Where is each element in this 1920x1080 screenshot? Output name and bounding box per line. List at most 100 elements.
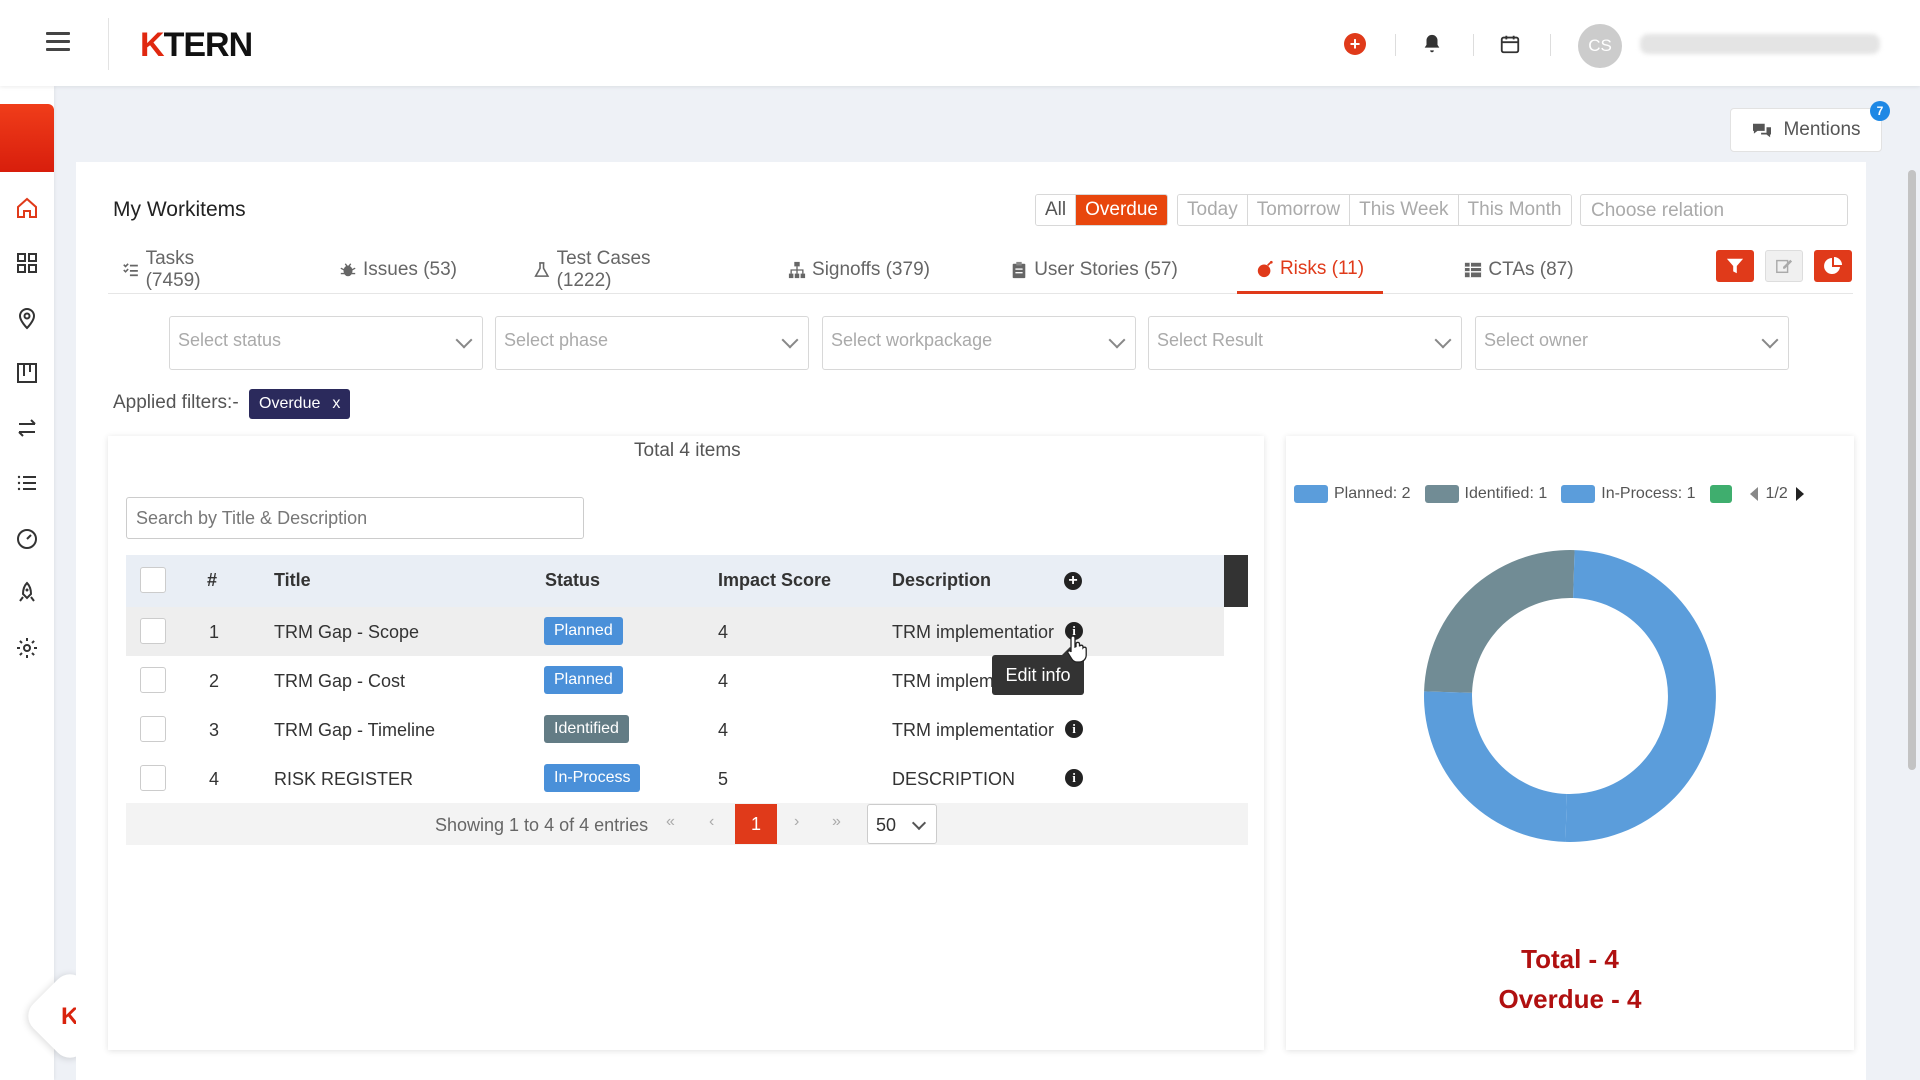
rocket-icon[interactable]: [0, 573, 54, 613]
tab-signoffs[interactable]: Signoffs (379): [784, 246, 934, 294]
legend-prev-icon[interactable]: [1748, 486, 1760, 502]
filter-this-month-button[interactable]: This Month: [1458, 195, 1571, 225]
filter-all-button[interactable]: All: [1036, 195, 1077, 225]
row-checkbox[interactable]: [140, 618, 166, 644]
workpackage-select-placeholder: Select workpackage: [831, 330, 993, 350]
add-column-icon[interactable]: +: [1064, 572, 1082, 590]
select-all-checkbox[interactable]: [140, 567, 166, 593]
row-title[interactable]: TRM Gap - Scope: [274, 622, 419, 643]
pie-chart-icon: [1824, 257, 1842, 274]
legend-item[interactable]: Planned: 2: [1294, 485, 1411, 503]
mentions-button[interactable]: Mentions: [1730, 108, 1882, 152]
calendar-icon[interactable]: [1496, 30, 1524, 58]
chart-legend: Planned: 2 Identified: 1 In-Process: 1 1…: [1294, 482, 1806, 506]
ktern-logo[interactable]: KTERN: [140, 26, 253, 65]
row-title[interactable]: TRM Gap - Timeline: [274, 720, 435, 741]
legend-item[interactable]: In-Process: 1: [1561, 485, 1696, 503]
tab-ctas[interactable]: CTAs (87): [1448, 246, 1590, 294]
result-select[interactable]: Select Result: [1148, 316, 1462, 370]
row-number: 4: [209, 769, 220, 789]
page-scrollbar[interactable]: [1908, 170, 1916, 770]
table-scroll-indicator[interactable]: [1224, 555, 1248, 607]
donut-slice-planned[interactable]: [1565, 550, 1716, 842]
row-description: TRM implementatior: [892, 622, 1055, 642]
row-checkbox[interactable]: [140, 765, 166, 791]
search-input[interactable]: Search by Title & Description: [126, 497, 584, 539]
page-title: My Workitems: [113, 198, 246, 221]
chart-toggle-button[interactable]: [1814, 250, 1852, 282]
info-icon[interactable]: i: [1065, 720, 1083, 738]
chevron-down-icon: [911, 815, 927, 831]
user-avatar[interactable]: CS: [1578, 24, 1622, 68]
chevron-down-icon: [1108, 331, 1126, 349]
owner-select[interactable]: Select owner: [1475, 316, 1789, 370]
chevron-down-icon: [1434, 331, 1452, 349]
header-divider: [108, 18, 109, 70]
donut-slice-identified[interactable]: [1424, 550, 1575, 693]
board-icon[interactable]: [0, 353, 54, 393]
tab-tasks-label: Tasks (7459): [145, 248, 201, 291]
owner-select-placeholder: Select owner: [1484, 330, 1589, 350]
row-checkbox[interactable]: [140, 667, 166, 693]
filter-today-button[interactable]: Today: [1178, 195, 1248, 225]
hamburger-icon[interactable]: [46, 32, 70, 52]
chevron-down-icon: [1761, 331, 1779, 349]
column-header-impact-score[interactable]: Impact Score: [718, 570, 831, 591]
column-header-title[interactable]: Title: [274, 570, 311, 591]
last-page-button[interactable]: »: [832, 813, 841, 831]
row-number: 2: [209, 671, 220, 691]
prev-page-button[interactable]: ‹: [709, 813, 714, 831]
legend-item[interactable]: [1709, 485, 1738, 503]
first-page-button[interactable]: «: [666, 813, 675, 831]
sidebar: [0, 86, 54, 1080]
legend-swatch: [1294, 485, 1328, 503]
chip-close-icon[interactable]: x: [332, 395, 340, 413]
choose-relation-select[interactable]: Choose relation: [1580, 194, 1848, 226]
page-size-select[interactable]: 50: [867, 804, 937, 844]
row-description: DESCRIPTION: [892, 769, 1016, 789]
clipboard-icon: [1012, 261, 1026, 279]
row-title[interactable]: RISK REGISTER: [274, 769, 413, 790]
gauge-icon[interactable]: [0, 518, 54, 558]
phase-select[interactable]: Select phase: [495, 316, 809, 370]
tab-signoffs-label: Signoffs (379): [812, 259, 930, 280]
donut-slice-in-process[interactable]: [1424, 691, 1567, 842]
page-1-button[interactable]: 1: [735, 804, 777, 844]
filter-button[interactable]: [1716, 250, 1754, 282]
row-description: TRM implementatior: [892, 720, 1055, 740]
tab-tasks[interactable]: Tasks (7459): [122, 246, 252, 294]
total-items-label: Total 4 items: [634, 440, 741, 461]
legend-item[interactable]: Identified: 1: [1424, 485, 1547, 503]
info-icon[interactable]: i: [1065, 769, 1083, 787]
next-page-button[interactable]: ›: [794, 813, 799, 831]
tab-issues[interactable]: Issues (53): [338, 246, 458, 294]
transfer-icon[interactable]: [0, 408, 54, 448]
filter-overdue-button[interactable]: Overdue: [1076, 195, 1167, 225]
dashboard-icon[interactable]: [0, 243, 54, 283]
tab-risks[interactable]: Risks (11): [1237, 246, 1383, 294]
column-header-description[interactable]: Description: [892, 570, 991, 591]
legend-next-icon[interactable]: [1794, 486, 1806, 502]
legend-swatch: [1424, 485, 1459, 503]
location-icon[interactable]: [0, 298, 54, 338]
home-icon[interactable]: [0, 188, 54, 228]
row-title[interactable]: TRM Gap - Cost: [274, 671, 405, 692]
mentions-count-badge: 7: [1870, 101, 1890, 121]
column-header-number[interactable]: #: [207, 570, 217, 591]
tab-test-cases[interactable]: Test Cases (1222): [533, 246, 707, 294]
status-select[interactable]: Select status: [169, 316, 483, 370]
workpackage-select[interactable]: Select workpackage: [822, 316, 1136, 370]
column-header-status[interactable]: Status: [545, 570, 600, 591]
tab-ctas-label: CTAs (87): [1488, 259, 1574, 280]
filter-this-week-button[interactable]: This Week: [1350, 195, 1459, 225]
settings-icon[interactable]: [0, 628, 54, 668]
bell-icon[interactable]: [1418, 30, 1446, 58]
tab-user-stories[interactable]: User Stories (57): [1009, 246, 1179, 294]
filter-tomorrow-button[interactable]: Tomorrow: [1247, 195, 1351, 225]
add-icon[interactable]: +: [1341, 30, 1369, 58]
username-redacted[interactable]: [1640, 34, 1880, 54]
row-checkbox[interactable]: [140, 716, 166, 742]
chevron-down-icon: [455, 331, 473, 349]
edit-button[interactable]: [1765, 250, 1803, 282]
list-icon[interactable]: [0, 463, 54, 503]
